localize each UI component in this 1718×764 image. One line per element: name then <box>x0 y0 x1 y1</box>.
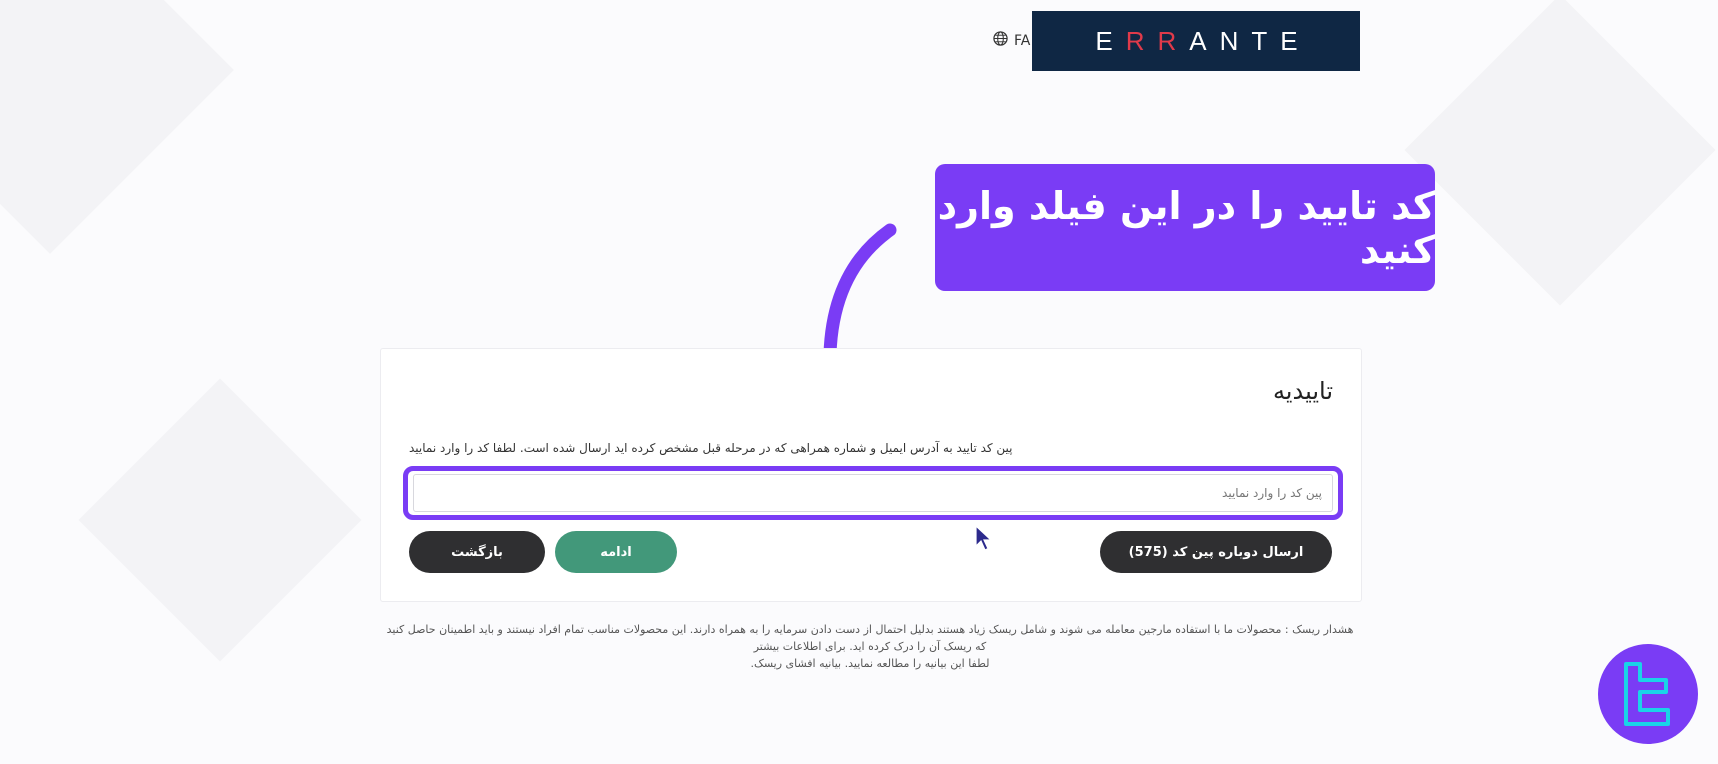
continue-button[interactable]: ادامه <box>555 531 677 573</box>
logo-text-right: ANTE <box>1189 25 1311 56</box>
verification-card: تاییدیه پین کد تایید به آدرس ایمیل و شما… <box>380 348 1362 602</box>
tradingfinder-logo-icon <box>1598 644 1698 744</box>
back-button[interactable]: بازگشت <box>409 531 545 573</box>
risk-warning: هشدار ریسک : محصولات ما با استفاده مارجی… <box>380 621 1360 672</box>
pin-code-input[interactable] <box>413 474 1333 512</box>
callout-text: کد تایید را در این فیلد وارد کنید <box>937 183 1435 272</box>
resend-pin-button[interactable]: ارسال دوباره پین کد (575) <box>1100 531 1332 573</box>
errante-logo: E RR ANTE <box>1032 11 1360 71</box>
language-selector[interactable]: FA <box>993 31 1030 50</box>
background-shape <box>0 0 234 254</box>
verification-description: پین کد تایید به آدرس ایمیل و شماره همراه… <box>409 441 1013 455</box>
risk-warning-line: لطفا این بیانیه را مطالعه نمایید. بیانیه… <box>750 657 990 670</box>
logo-text-left: E <box>1095 25 1126 56</box>
logo-text-accent: RR <box>1125 25 1190 56</box>
pin-input-highlight <box>403 466 1343 520</box>
page-title: تاییدیه <box>1272 377 1333 405</box>
globe-icon <box>993 31 1008 50</box>
language-label: FA <box>1014 32 1031 49</box>
background-shape <box>1404 0 1716 306</box>
background-shape <box>78 378 362 662</box>
risk-warning-line: هشدار ریسک : محصولات ما با استفاده مارجی… <box>386 623 1354 653</box>
mouse-cursor-icon <box>975 524 993 551</box>
instruction-callout: کد تایید را در این فیلد وارد کنید <box>935 164 1435 291</box>
